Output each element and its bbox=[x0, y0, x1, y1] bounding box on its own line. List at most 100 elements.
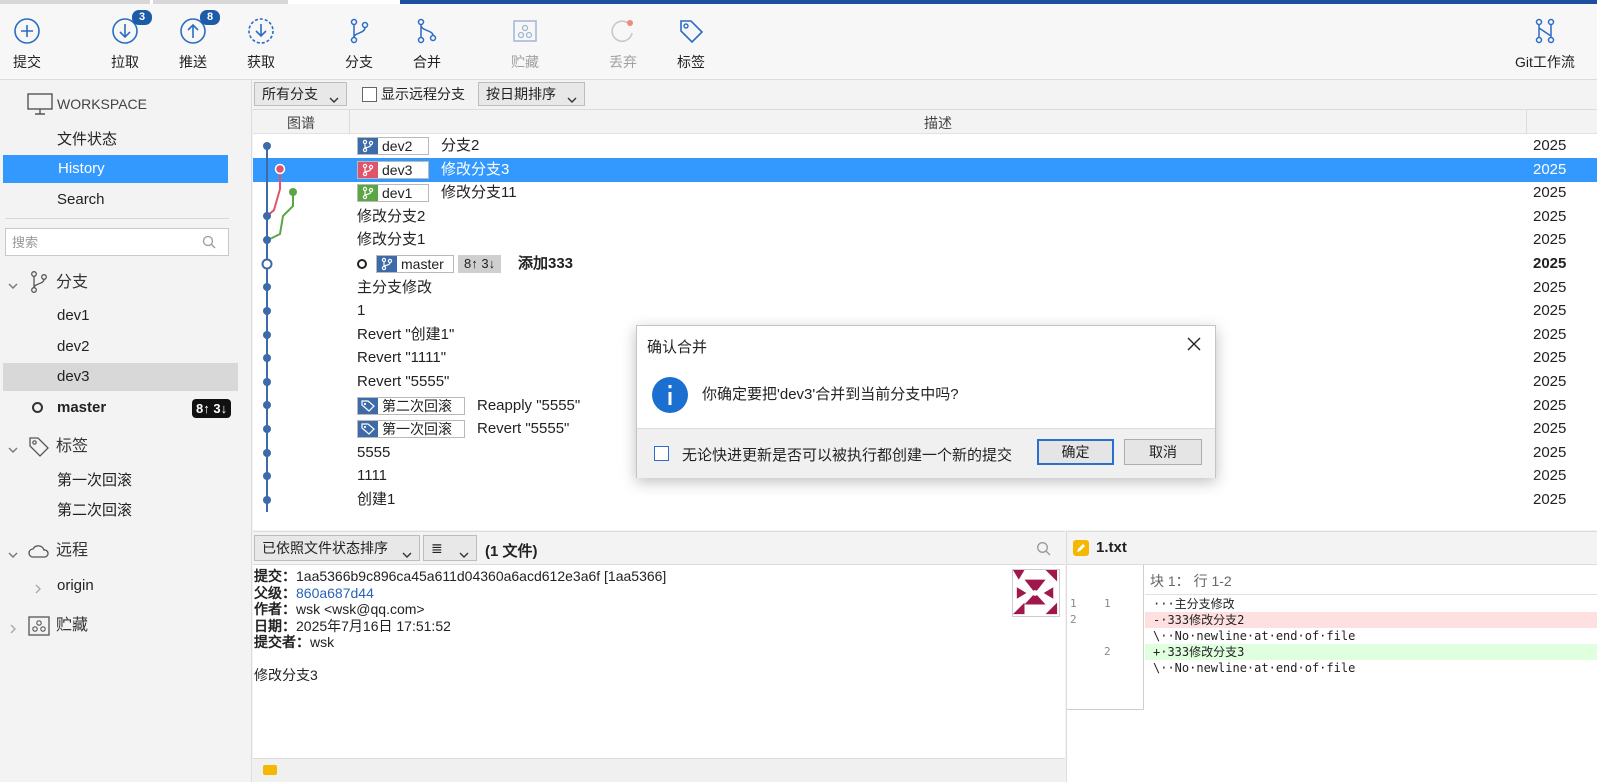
commit-row[interactable]: 创建1 2025 bbox=[253, 488, 1597, 512]
sidebar-branch-dev3[interactable]: dev3 bbox=[3, 363, 238, 391]
tags-heading[interactable]: 标签 bbox=[56, 432, 88, 462]
commit-row[interactable]: master 8↑ 3↓ 添加333 2025 bbox=[253, 252, 1597, 276]
show-remote-label[interactable]: 显示远程分支 bbox=[381, 84, 465, 104]
commit-description: Reapply "5555" bbox=[477, 396, 581, 414]
merge-button[interactable]: 合并 bbox=[397, 12, 457, 74]
committer-label: 提交者： bbox=[254, 634, 310, 650]
sidebar-branch-dev2[interactable]: dev2 bbox=[57, 333, 90, 361]
commit-description: 修改分支11 bbox=[441, 184, 517, 202]
diff-line[interactable]: -·333修改分支2 bbox=[1145, 612, 1597, 628]
commit-date: 2025 bbox=[1533, 302, 1567, 320]
branch-icon bbox=[358, 138, 378, 154]
merge-icon bbox=[412, 16, 442, 46]
pull-button[interactable]: 3 拉取 bbox=[95, 10, 155, 74]
commit-node bbox=[263, 496, 271, 504]
branch-button[interactable]: 分支 bbox=[329, 12, 389, 74]
commit-row[interactable]: 主分支修改 2025 bbox=[253, 276, 1597, 300]
commit-row[interactable]: 修改分支2 2025 bbox=[253, 205, 1597, 229]
edit-file-icon bbox=[1073, 540, 1089, 556]
col-desc-header[interactable]: 描述 bbox=[350, 113, 1526, 133]
create-merge-commit-label[interactable]: 无论快进更新是否可以被执行都创建一个新的提交 bbox=[682, 444, 1012, 465]
chevron-right-icon[interactable] bbox=[33, 581, 43, 594]
commit-date: 2025 bbox=[1533, 467, 1567, 485]
diff-line[interactable]: ···主分支修改 bbox=[1145, 596, 1597, 612]
ok-button[interactable]: 确定 bbox=[1037, 439, 1114, 465]
commit-date: 2025 bbox=[1533, 373, 1567, 390]
stash-button[interactable]: 贮藏 bbox=[495, 12, 555, 74]
diff-line[interactable]: \··No·newline·at·end·of·file bbox=[1145, 628, 1597, 644]
chevron-down-icon[interactable] bbox=[8, 547, 18, 558]
branch-label-chip[interactable]: dev2 bbox=[357, 137, 429, 155]
avatar bbox=[1012, 569, 1060, 617]
fetch-button[interactable]: 获取 bbox=[231, 12, 291, 74]
commit-date: 2025 bbox=[1533, 255, 1567, 272]
tag-label-chip[interactable]: 第二次回滚 bbox=[357, 396, 465, 415]
sort-dropdown[interactable]: 按日期排序 bbox=[478, 82, 585, 106]
chevron-down-icon[interactable] bbox=[8, 278, 18, 289]
sidebar-item-history[interactable]: History bbox=[3, 155, 228, 183]
commit-row[interactable]: 1 2025 bbox=[253, 299, 1597, 323]
sidebar-branch-master[interactable]: master bbox=[57, 394, 106, 422]
col-divider[interactable] bbox=[1526, 110, 1527, 134]
branch-label-chip[interactable]: dev1 bbox=[357, 184, 429, 203]
branch-label-chip[interactable]: master bbox=[376, 255, 454, 273]
commit-row[interactable]: dev3 修改分支3 2025 bbox=[253, 157, 1597, 182]
diff-gutter bbox=[1067, 565, 1144, 710]
diff-filename: 1.txt bbox=[1096, 539, 1127, 556]
close-icon[interactable] bbox=[1187, 337, 1201, 351]
branch-filter-dropdown[interactable]: 所有分支 bbox=[254, 82, 347, 106]
commit-node bbox=[263, 331, 271, 339]
stash-heading[interactable]: 贮藏 bbox=[56, 611, 88, 641]
diff-line[interactable]: \··No·newline·at·end·of·file bbox=[1145, 660, 1597, 676]
commit-node bbox=[289, 188, 297, 196]
tag-label-chip[interactable]: 第一次回滚 bbox=[357, 420, 465, 439]
hunk-header: 块 1： 行 1-2 bbox=[1145, 565, 1597, 595]
dialog-title: 确认合并 bbox=[647, 339, 708, 356]
create-merge-commit-checkbox[interactable] bbox=[654, 446, 669, 461]
file-sort-dropdown[interactable]: 已依照文件状态排序 bbox=[254, 535, 420, 561]
lower-panel-strip bbox=[253, 758, 1065, 782]
chevron-right-icon[interactable] bbox=[8, 621, 18, 634]
remotes-heading[interactable]: 远程 bbox=[56, 536, 88, 566]
sidebar-tag-item[interactable]: 第二次回滚 bbox=[57, 497, 132, 525]
sidebar-search-input[interactable] bbox=[5, 228, 229, 256]
commit-row[interactable]: dev2 分支2 2025 bbox=[253, 134, 1597, 158]
commit-node bbox=[263, 401, 271, 409]
sidebar-branch-dev1[interactable]: dev1 bbox=[57, 302, 90, 330]
new-line-number: 2 bbox=[1104, 645, 1111, 658]
push-button[interactable]: 8 推送 bbox=[163, 10, 223, 74]
commit-node bbox=[263, 236, 271, 244]
gitflow-button[interactable]: Git工作流 bbox=[1500, 12, 1590, 74]
show-remote-checkbox[interactable] bbox=[362, 87, 377, 102]
tag-icon bbox=[358, 421, 378, 438]
search-icon[interactable] bbox=[1036, 541, 1051, 556]
commit-button[interactable]: 提交 bbox=[0, 12, 57, 74]
list-view-icon: ≣ bbox=[431, 540, 443, 556]
branch-icon bbox=[344, 16, 374, 46]
dialog-message: 你确定要把'dev3'合并到当前分支中吗? bbox=[702, 386, 959, 403]
view-mode-dropdown[interactable]: ≣ bbox=[423, 535, 477, 561]
parent-hash-link[interactable]: 860a687d44 bbox=[296, 585, 374, 601]
diff-line[interactable]: +·333修改分支3 bbox=[1145, 644, 1597, 660]
commit-hash[interactable]: 1aa5366b9c896ca45a611d04360a6acd612e3a6f… bbox=[296, 568, 666, 584]
branch-label-chip[interactable]: dev3 bbox=[357, 160, 429, 179]
sidebar-remote-origin[interactable]: origin bbox=[57, 572, 94, 600]
chevron-down-icon bbox=[402, 543, 412, 567]
chevron-down-icon[interactable] bbox=[8, 442, 18, 453]
sidebar: WORKSPACE 文件状态 History Search 分支 dev1 de… bbox=[0, 80, 252, 782]
tag-button[interactable]: 标签 bbox=[661, 12, 721, 74]
tag-name: 第二次回滚 bbox=[382, 397, 452, 414]
commit-row[interactable]: 修改分支1 2025 bbox=[253, 228, 1597, 252]
commit-row[interactable]: dev1 修改分支11 2025 bbox=[253, 181, 1597, 205]
sidebar-item-file-status[interactable]: 文件状态 bbox=[57, 126, 117, 154]
date-label: 日期： bbox=[254, 617, 296, 634]
cancel-button[interactable]: 取消 bbox=[1124, 439, 1202, 465]
branch-icon bbox=[358, 185, 378, 202]
sidebar-tag-item[interactable]: 第一次回滚 bbox=[57, 467, 132, 495]
arrow-up-circle-icon: 8 bbox=[178, 10, 220, 46]
discard-button[interactable]: 丢弃 bbox=[593, 12, 653, 74]
col-graph-header[interactable]: 图谱 bbox=[253, 113, 349, 133]
tag-name: 第一次回滚 bbox=[382, 421, 452, 438]
branches-heading[interactable]: 分支 bbox=[56, 268, 88, 298]
sidebar-item-search[interactable]: Search bbox=[57, 186, 105, 214]
